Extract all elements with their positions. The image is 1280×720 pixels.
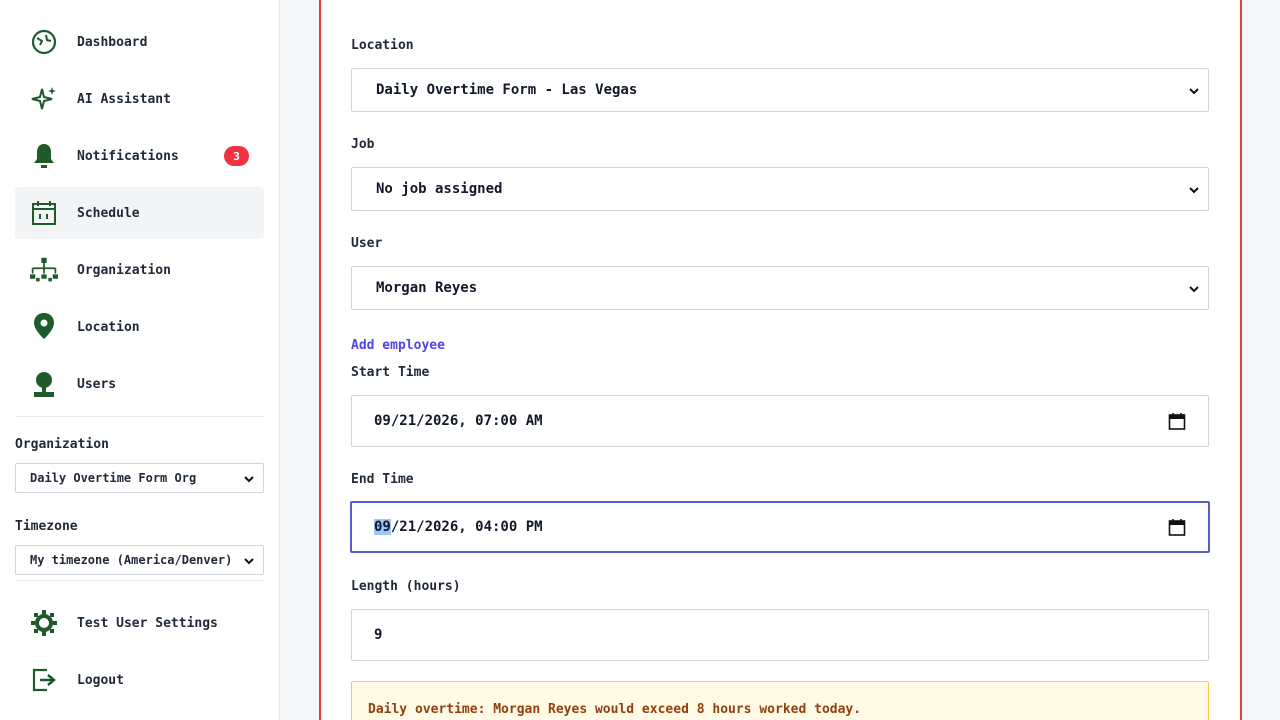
chevron-down-icon <box>244 558 254 565</box>
calendar-icon <box>30 199 58 227</box>
user-label: User <box>351 236 383 251</box>
organization-select[interactable]: Daily Overtime Form Org <box>15 463 264 493</box>
calendar-picker-icon[interactable] <box>1168 412 1186 430</box>
start-time-value: 09/21/2026, 07:00 AM <box>374 413 543 429</box>
overtime-warning-text: Daily overtime: Morgan Reyes would excee… <box>368 702 862 717</box>
chevron-down-icon <box>1189 187 1199 194</box>
sidebar-item-location[interactable]: Location <box>15 301 264 353</box>
length-input[interactable]: 9 <box>351 609 1209 661</box>
length-label: Length (hours) <box>351 579 461 594</box>
dashboard-icon <box>30 28 58 56</box>
sidebar-item-label: Users <box>77 376 117 392</box>
notification-count-badge: 3 <box>224 146 249 166</box>
map-pin-icon <box>30 313 58 341</box>
calendar-picker-icon[interactable] <box>1168 518 1186 536</box>
chevron-down-icon <box>1189 286 1199 293</box>
chevron-down-icon <box>244 476 254 483</box>
gear-icon <box>30 609 58 637</box>
job-select[interactable]: No job assigned <box>351 167 1209 211</box>
length-value: 9 <box>374 627 383 643</box>
location-label: Location <box>351 38 414 53</box>
sidebar-item-label: AI Assistant <box>77 91 171 107</box>
location-select-value: Daily Overtime Form - Las Vegas <box>376 82 638 98</box>
bell-icon <box>30 142 58 170</box>
sidebar-item-label: Schedule <box>77 205 140 221</box>
user-icon <box>30 370 58 398</box>
sidebar: Dashboard AI Assistant Notifications 3 S… <box>0 0 280 720</box>
location-select[interactable]: Daily Overtime Form - Las Vegas <box>351 68 1209 112</box>
organization-label: Organization <box>15 437 109 452</box>
sidebar-divider <box>15 416 264 417</box>
logout-icon <box>30 666 58 694</box>
end-time-month-segment[interactable]: 09 <box>374 519 391 535</box>
sidebar-item-schedule[interactable]: Schedule <box>15 187 264 239</box>
sidebar-item-users[interactable]: Users <box>15 358 264 410</box>
timezone-select-value: My timezone (America/Denver) <box>30 553 233 567</box>
sidebar-item-label: Organization <box>77 262 171 278</box>
user-select-value: Morgan Reyes <box>376 280 478 296</box>
shift-form-panel: Location Daily Overtime Form - Las Vegas… <box>319 0 1242 720</box>
test-user-settings-button[interactable]: Test User Settings <box>15 597 264 649</box>
sidebar-divider <box>15 580 264 581</box>
end-time-label: End Time <box>351 472 414 487</box>
timezone-label: Timezone <box>15 519 78 534</box>
timezone-select[interactable]: My timezone (America/Denver) <box>15 545 264 575</box>
end-time-value: /21/2026, 04:00 PM <box>390 519 543 535</box>
sidebar-item-label: Location <box>77 319 140 335</box>
job-label: Job <box>351 137 375 152</box>
sidebar-item-notifications[interactable]: Notifications 3 <box>15 130 264 182</box>
job-select-value: No job assigned <box>376 181 503 197</box>
settings-label: Test User Settings <box>77 615 218 631</box>
logout-button[interactable]: Logout <box>15 654 264 706</box>
chevron-down-icon <box>1189 88 1199 95</box>
start-time-label: Start Time <box>351 365 430 380</box>
add-employee-link[interactable]: Add employee <box>351 338 445 353</box>
sidebar-item-dashboard[interactable]: Dashboard <box>15 16 264 68</box>
sidebar-item-label: Notifications <box>77 148 179 164</box>
sidebar-item-organization[interactable]: Organization <box>15 244 264 296</box>
logout-label: Logout <box>77 672 124 688</box>
organization-select-value: Daily Overtime Form Org <box>30 471 197 485</box>
sidebar-item-label: Dashboard <box>77 34 148 50</box>
sparkle-icon <box>30 85 58 113</box>
start-time-input[interactable]: 09/21/2026, 07:00 AM <box>351 395 1209 447</box>
overtime-warning: Daily overtime: Morgan Reyes would excee… <box>351 681 1209 720</box>
user-select[interactable]: Morgan Reyes <box>351 266 1209 310</box>
sidebar-item-ai-assistant[interactable]: AI Assistant <box>15 73 264 125</box>
org-chart-icon <box>30 256 58 284</box>
end-time-input[interactable]: 09/21/2026, 04:00 PM <box>350 501 1210 553</box>
